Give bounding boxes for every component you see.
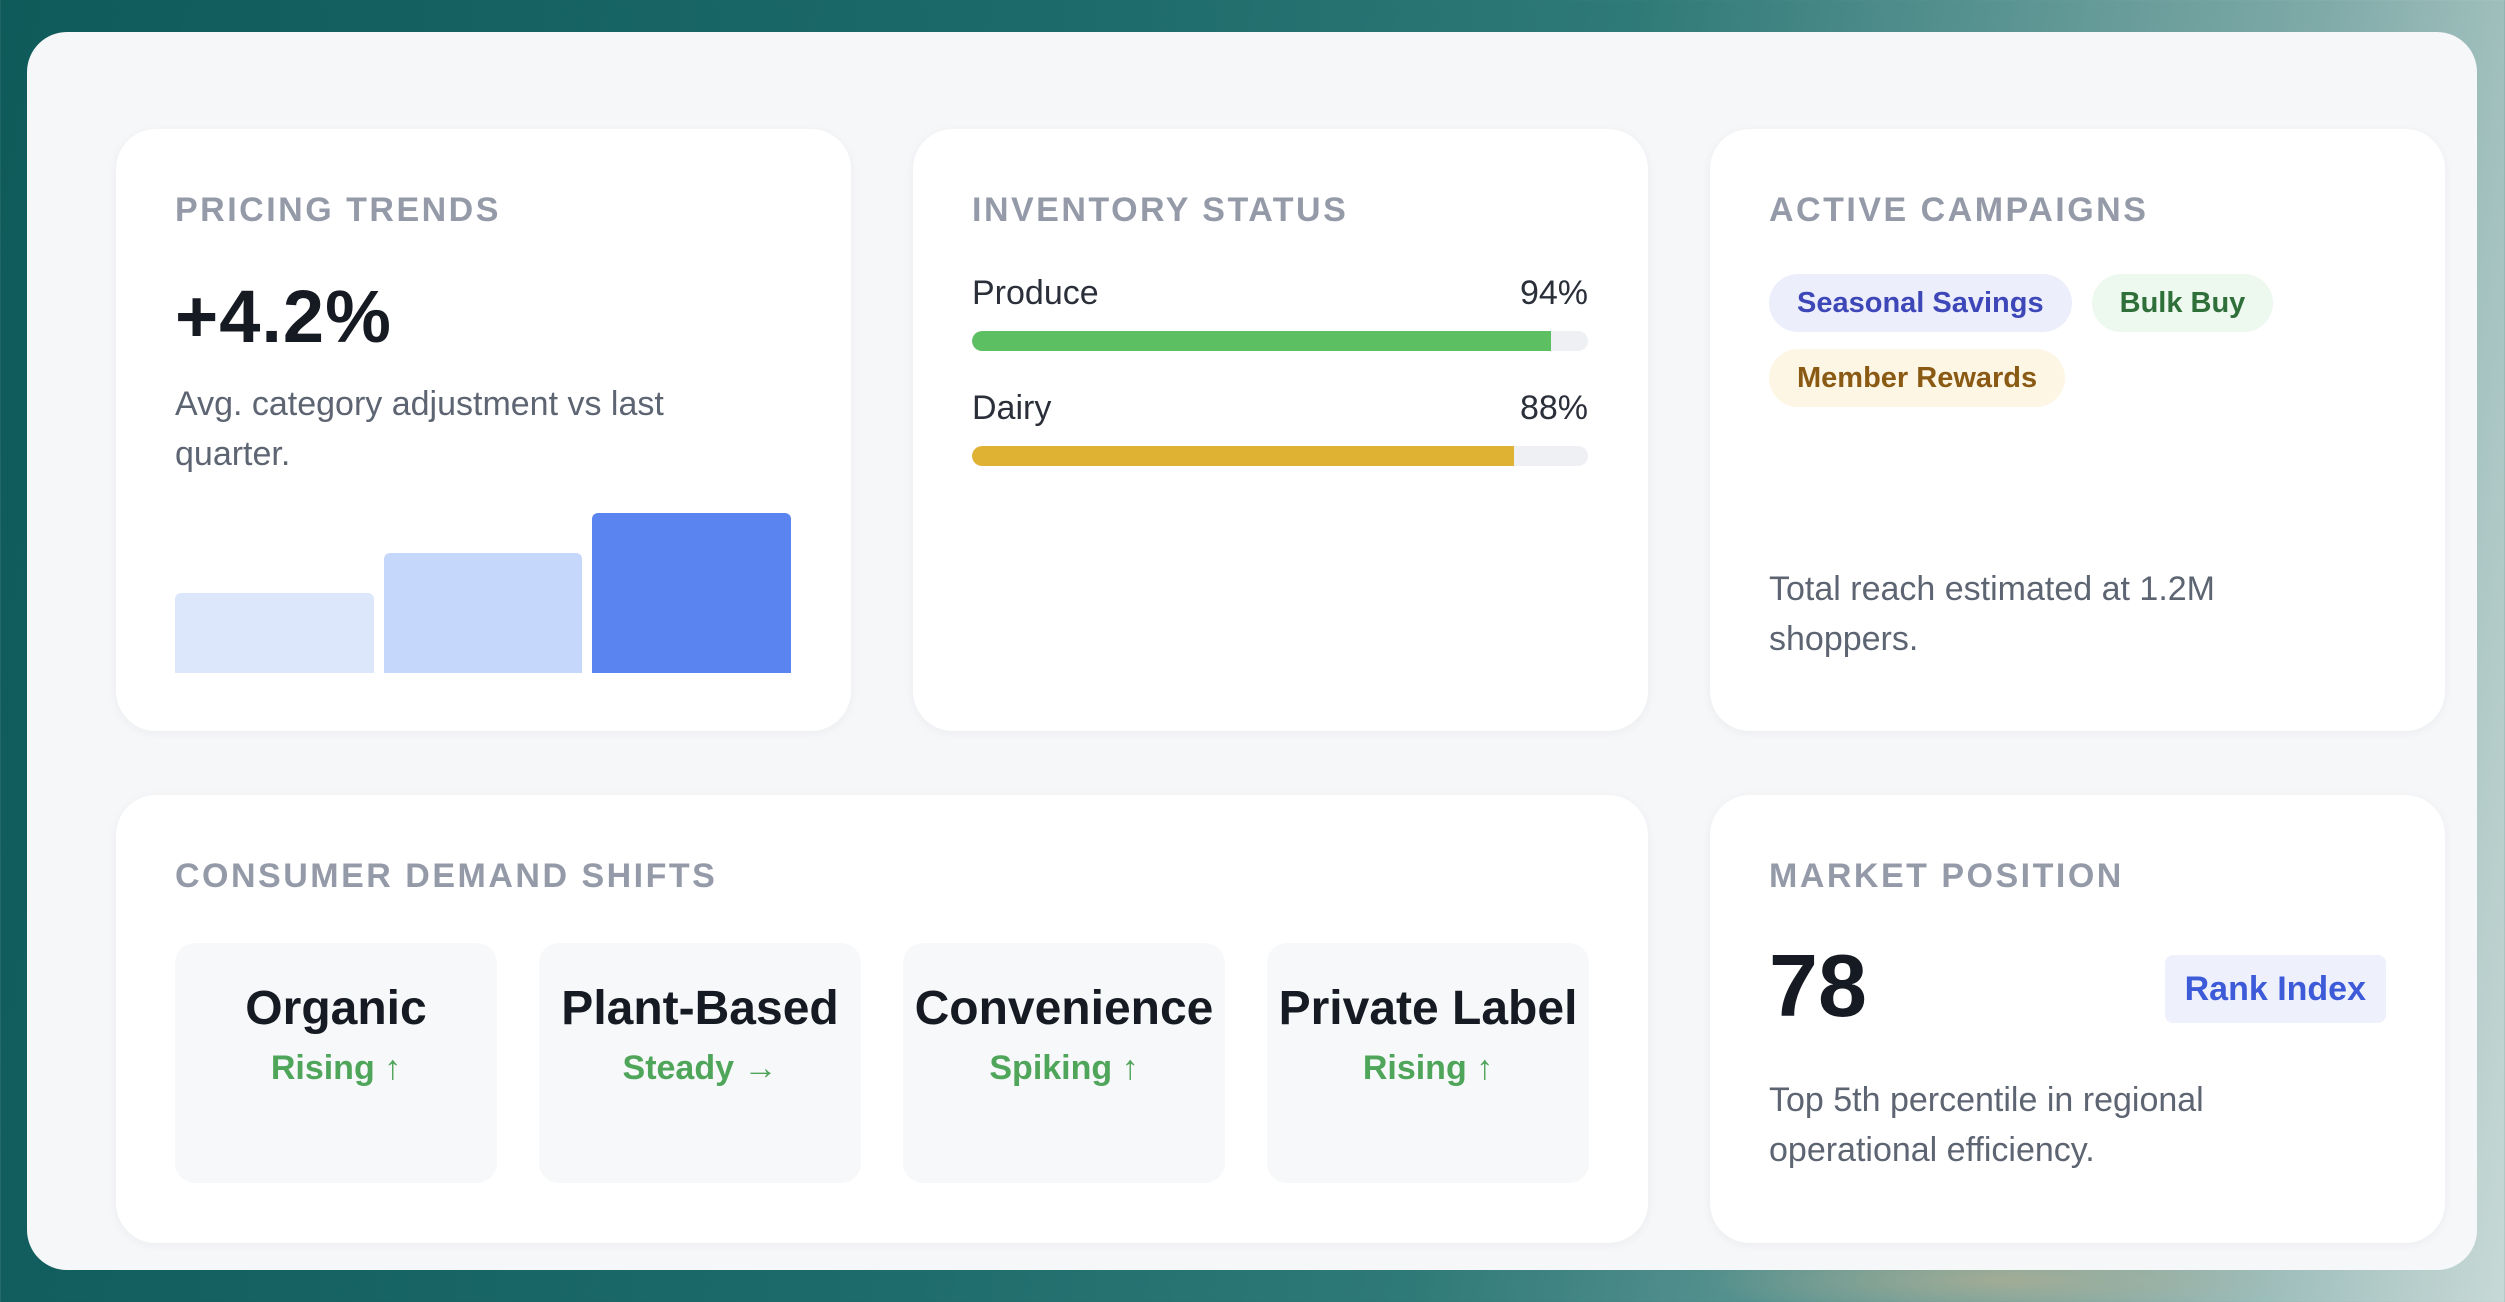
rank-value: 78 [1769, 936, 1867, 1035]
inventory-status-title: INVENTORY STATUS [972, 191, 1349, 229]
pricing-bar [383, 553, 583, 673]
progress-track [972, 446, 1588, 466]
progress-fill [972, 331, 1552, 351]
demand-tile-status: Rising ↑ [1362, 1049, 1494, 1087]
consumer-demand-card: CONSUMER DEMAND SHIFTS Organic Rising ↑ … [116, 795, 1648, 1243]
campaign-chip-bulk-buy[interactable]: Bulk Buy [2091, 274, 2274, 332]
inventory-row-produce: Produce 94% [972, 274, 1588, 351]
rank-index-badge: Rank Index [2164, 955, 2386, 1023]
demand-tile-name: Plant-Based [561, 982, 839, 1035]
campaign-chip-seasonal-savings[interactable]: Seasonal Savings [1769, 274, 2072, 332]
campaign-chip-member-rewards[interactable]: Member Rewards [1769, 349, 2066, 407]
progress-fill [972, 446, 1515, 466]
consumer-demand-title: CONSUMER DEMAND SHIFTS [175, 857, 718, 895]
inventory-label: Produce [972, 274, 1099, 312]
progress-track [972, 331, 1588, 351]
pricing-trends-card: PRICING TRENDS +4.2% Avg. category adjus… [116, 129, 851, 731]
demand-tile-status: Spiking ↑ [989, 1049, 1139, 1087]
demand-tile-name: Organic [245, 982, 427, 1035]
market-position-title: MARKET POSITION [1769, 857, 2124, 895]
dashboard-panel: PRICING TRENDS +4.2% Avg. category adjus… [27, 32, 2477, 1270]
inventory-value: 88% [1519, 389, 1588, 427]
active-campaigns-card: ACTIVE CAMPAIGNS Seasonal Savings Bulk B… [1710, 129, 2445, 731]
demand-tile-status: Rising ↑ [270, 1049, 402, 1087]
inventory-status-card: INVENTORY STATUS Produce 94% Dairy 88% [913, 129, 1648, 731]
demand-tile-status: Steady → [622, 1049, 778, 1087]
pricing-mini-chart [175, 513, 791, 673]
demand-tile-convenience: Convenience Spiking ↑ [903, 943, 1225, 1183]
demand-tile-name: Convenience [914, 982, 1214, 1035]
demand-tile-name: Private Label [1278, 982, 1578, 1035]
pricing-trends-title: PRICING TRENDS [175, 191, 501, 229]
campaigns-description: Total reach estimated at 1.2M shoppers. [1769, 570, 2216, 658]
pricing-bar [175, 593, 374, 673]
active-campaigns-title: ACTIVE CAMPAIGNS [1769, 191, 2149, 229]
inventory-row-dairy: Dairy 88% [972, 389, 1588, 466]
pricing-description: Avg. category adjustment vs last quarter… [175, 385, 664, 473]
inventory-label: Dairy [972, 389, 1052, 427]
market-position-card: MARKET POSITION 78 Rank Index Top 5th pe… [1710, 795, 2445, 1243]
market-description: Top 5th percentile in regional operation… [1769, 1081, 2204, 1169]
demand-tiles: Organic Rising ↑ Plant-Based Steady → Co… [175, 943, 1589, 1183]
campaign-chips: Seasonal Savings Bulk Buy Member Rewards [1769, 274, 2369, 407]
inventory-value: 94% [1519, 274, 1588, 312]
demand-tile-private-label: Private Label Rising ↑ [1267, 943, 1589, 1183]
demand-tile-plant-based: Plant-Based Steady → [539, 943, 861, 1183]
demand-tile-organic: Organic Rising ↑ [175, 943, 497, 1183]
pricing-change-value: +4.2% [175, 275, 392, 358]
pricing-bar [592, 513, 791, 673]
